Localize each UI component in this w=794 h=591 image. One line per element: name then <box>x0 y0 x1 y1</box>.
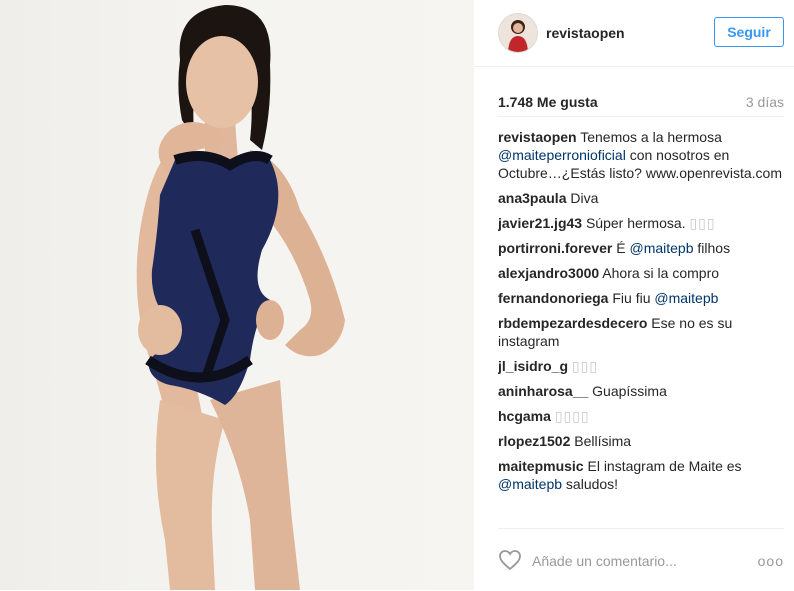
comment-text: Fiu fiu <box>612 290 651 306</box>
comment-text: Guapíssima <box>592 383 667 399</box>
list-item: rlopez1502 Bellísima <box>498 432 788 450</box>
comment-mention[interactable]: @maitepb <box>654 290 718 306</box>
comment-username[interactable]: rbdempezardesdecero <box>498 315 647 331</box>
comment-username[interactable]: ana3paula <box>498 190 566 206</box>
comment-bar: Añade un comentario... ooo <box>498 528 784 591</box>
caption: revistaopen Tenemos a la hermosa @maitep… <box>498 128 788 182</box>
comment-mention[interactable]: @maitepb <box>498 476 562 492</box>
comment-text: Súper hermosa. <box>585 215 686 231</box>
comment-text: filhos <box>697 240 731 256</box>
post-header: revistaopen Seguir <box>474 0 794 67</box>
comment-text: É <box>616 240 626 256</box>
list-item: hcgama ▯▯▯▯ <box>498 407 788 425</box>
avatar[interactable] <box>498 13 538 53</box>
list-item: maitepmusic El instagram de Maite es @ma… <box>498 457 788 493</box>
emoji-placeholder: ▯▯▯ <box>689 215 716 231</box>
emoji-placeholder: ▯▯▯ <box>571 358 599 374</box>
comment-username[interactable]: rlopez1502 <box>498 433 570 449</box>
post-meta: 1.748 Me gusta 3 días <box>498 92 784 117</box>
comment-text: Diva <box>570 190 599 206</box>
list-item: rbdempezardesdecero Ese no es su instagr… <box>498 314 788 350</box>
post-panel: revistaopen Seguir 1.748 Me gusta 3 días… <box>474 0 794 590</box>
follow-button[interactable]: Seguir <box>714 17 784 47</box>
header-username[interactable]: revistaopen <box>546 25 625 41</box>
heart-outline-icon[interactable] <box>498 549 522 571</box>
likes-count[interactable]: 1.748 Me gusta <box>498 94 598 110</box>
avatar-image <box>499 14 537 52</box>
comment-mention[interactable]: @maiteperronioficial <box>498 147 626 163</box>
comment-username[interactable]: jl_isidro_g <box>498 358 568 374</box>
comment-text: El instagram de Maite es <box>587 458 742 474</box>
comment-text: Tenemos a la hermosa <box>580 129 722 145</box>
list-item: fernandonoriega Fiu fiu @maitepb <box>498 289 788 307</box>
post-photo-illustration <box>136 5 345 590</box>
comment-mention[interactable]: @maitepb <box>629 240 693 256</box>
list-item: ana3paula Diva <box>498 189 788 207</box>
list-item: portirroni.forever É @maitepb filhos <box>498 239 788 257</box>
emoji-placeholder: ▯▯▯▯ <box>554 408 590 424</box>
comment-text: Bellísima <box>574 433 632 449</box>
comment-username[interactable]: alexjandro3000 <box>498 265 599 281</box>
list-item: jl_isidro_g ▯▯▯ <box>498 357 788 375</box>
ellipsis-icon[interactable]: ooo <box>758 553 784 569</box>
list-item: alexjandro3000 Ahora si la compro <box>498 264 788 282</box>
comment-text: saludos! <box>565 476 619 492</box>
comment-username[interactable]: aninharosa__ <box>498 383 588 399</box>
comment-username[interactable]: hcgama <box>498 408 551 424</box>
comment-username[interactable]: javier21.jg43 <box>498 215 582 231</box>
post-photo[interactable] <box>0 0 474 590</box>
add-comment-input[interactable]: Añade un comentario... <box>532 553 677 569</box>
comment-username[interactable]: fernandonoriega <box>498 290 608 306</box>
comment-username[interactable]: revistaopen <box>498 129 577 145</box>
list-item: javier21.jg43 Súper hermosa. ▯▯▯ <box>498 214 788 232</box>
list-item: aninharosa__ Guapíssima <box>498 382 788 400</box>
comment-username[interactable]: maitepmusic <box>498 458 584 474</box>
comments-list: revistaopen Tenemos a la hermosa @maitep… <box>498 128 788 528</box>
post-time[interactable]: 3 días <box>746 94 784 110</box>
comment-text: Ahora si la compro <box>602 265 720 281</box>
comment-username[interactable]: portirroni.forever <box>498 240 612 256</box>
